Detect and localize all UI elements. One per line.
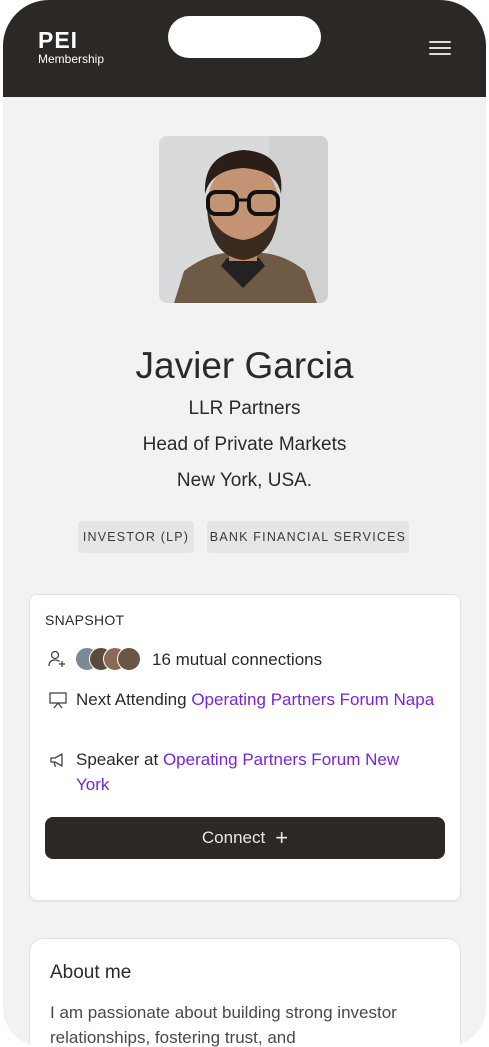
profile-location: New York, USA. xyxy=(176,470,313,491)
logo-sub-text: Membership xyxy=(38,52,105,66)
snapshot-card: SNAPSHOT 16 mutual connections Next Atte… xyxy=(29,594,461,901)
device-notch xyxy=(168,16,321,58)
speaker-text: Speaker at Operating Partners Forum New … xyxy=(76,747,436,797)
about-me-text: I am passionate about building strong in… xyxy=(50,1003,397,1047)
megaphone-icon xyxy=(50,753,63,768)
mutual-connection-avatars[interactable] xyxy=(75,647,147,671)
about-me-title: About me xyxy=(50,962,132,983)
logo-main-text: PEI xyxy=(38,27,79,53)
person-add-icon xyxy=(48,650,65,667)
profile-name: Javier Garcia xyxy=(135,345,354,386)
hamburger-menu-icon[interactable] xyxy=(423,34,457,62)
next-attending-label: Next Attending xyxy=(76,690,192,709)
profile-job-title: Head of Private Markets xyxy=(142,434,347,455)
presentation-board-icon xyxy=(49,692,67,709)
snapshot-title: SNAPSHOT xyxy=(45,612,125,628)
speaker-label: Speaker at xyxy=(76,750,163,769)
phone-frame: PEI Membership Javier Garcia LLR Partner… xyxy=(3,0,486,1047)
avatar xyxy=(117,647,141,671)
connect-button[interactable]: Connect + xyxy=(45,817,445,859)
next-attending-event-link[interactable]: Operating Partners Forum Napa xyxy=(191,690,434,709)
about-me-card: About me I am passionate about building … xyxy=(29,938,461,1047)
profile-photo xyxy=(159,136,328,303)
profile-company: LLR Partners xyxy=(188,398,301,419)
plus-icon: + xyxy=(275,825,289,850)
tag-investor-lp: INVESTOR (LP) xyxy=(78,521,194,553)
connect-button-label: Connect xyxy=(201,828,266,847)
tag-bank-financial-services: BANK FINANCIAL SERVICES xyxy=(207,521,409,553)
next-attending-text: Next Attending Operating Partners Forum … xyxy=(76,687,436,712)
top-nav-bar: PEI Membership xyxy=(3,0,486,97)
mutual-connections-link[interactable]: 16 mutual connections xyxy=(152,647,322,672)
pei-membership-logo[interactable]: PEI Membership xyxy=(38,27,105,67)
